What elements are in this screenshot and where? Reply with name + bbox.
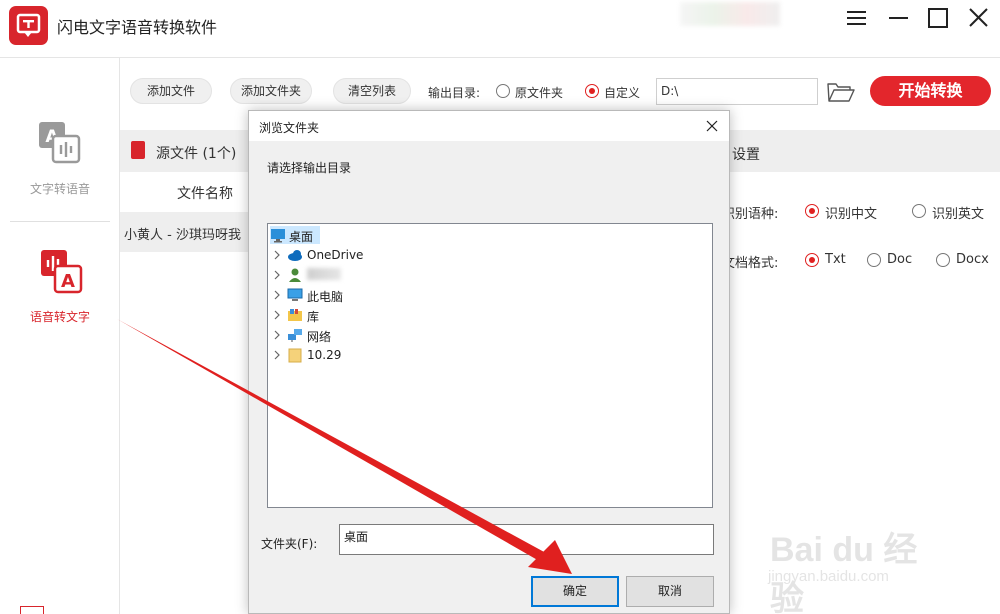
ok-button[interactable]: 确定 bbox=[531, 576, 619, 607]
add-folder-button[interactable]: 添加文件夹 bbox=[230, 78, 312, 104]
user-icon bbox=[287, 267, 303, 283]
dialog-title: 浏览文件夹 bbox=[259, 121, 320, 135]
custom-folder-radio[interactable] bbox=[585, 84, 599, 98]
sidebar-divider bbox=[10, 221, 110, 222]
table-row[interactable]: 小黄人 - 沙琪玛呀我 bbox=[120, 212, 250, 252]
tree-item-library[interactable]: 库 bbox=[272, 306, 392, 324]
menu-icon[interactable] bbox=[844, 6, 870, 32]
dialog-title-bar: 浏览文件夹 bbox=[249, 111, 729, 141]
source-file-icon bbox=[131, 141, 145, 159]
tree-item-onedrive[interactable]: OneDrive bbox=[272, 246, 392, 264]
tree-label: 网络 bbox=[307, 330, 332, 344]
sidebar-item-text-to-speech[interactable]: A 文字转语音 bbox=[0, 120, 120, 197]
app-window: 闪电文字语音转换软件 A 文字转语音 A 语音转文字 添加文件 添加文件夹 清空… bbox=[0, 0, 1000, 614]
format-doc-radio[interactable] bbox=[867, 253, 881, 267]
tree-label bbox=[307, 268, 341, 280]
blurred-area bbox=[680, 2, 780, 26]
tree-label: 此电脑 bbox=[307, 290, 344, 304]
title-bar: 闪电文字语音转换软件 bbox=[0, 0, 1000, 58]
tree-label: 10.29 bbox=[307, 348, 342, 362]
lang-english-radio[interactable] bbox=[912, 204, 926, 218]
language-label: 识别语种: bbox=[722, 207, 779, 222]
lang-english-label: 识别英文 bbox=[932, 207, 985, 222]
chevron-right-icon[interactable] bbox=[272, 329, 282, 341]
tree-item-network[interactable]: 网络 bbox=[272, 326, 392, 344]
chevron-right-icon[interactable] bbox=[272, 249, 282, 261]
format-doc-label: Doc bbox=[887, 252, 913, 267]
tree-label: 桌面 bbox=[289, 230, 314, 244]
maximize-icon[interactable] bbox=[926, 6, 952, 32]
format-docx-label: Docx bbox=[956, 252, 989, 267]
library-icon bbox=[287, 307, 303, 323]
folder-tree[interactable]: 桌面 OneDrive 此电脑 库 网络 10.29 bbox=[267, 223, 713, 508]
format-txt-label: Txt bbox=[825, 252, 846, 267]
tree-item-this-pc[interactable]: 此电脑 bbox=[272, 286, 392, 304]
chevron-right-icon[interactable] bbox=[272, 269, 282, 281]
text-to-speech-icon: A bbox=[39, 122, 81, 164]
dialog-close-icon[interactable] bbox=[703, 117, 721, 135]
sidebar: A 文字转语音 A 语音转文字 bbox=[0, 58, 120, 614]
format-docx-radio[interactable] bbox=[936, 253, 950, 267]
folder-icon bbox=[287, 347, 303, 363]
custom-folder-label: 自定义 bbox=[604, 86, 641, 100]
chevron-right-icon[interactable] bbox=[272, 349, 282, 361]
tree-label: OneDrive bbox=[307, 248, 364, 262]
column-file-name: 文件名称 bbox=[177, 186, 233, 202]
start-convert-button[interactable]: 开始转换 bbox=[870, 76, 991, 106]
lang-chinese-label: 识别中文 bbox=[825, 207, 878, 222]
settings-header: 设置 bbox=[732, 147, 760, 163]
browse-folder-icon[interactable] bbox=[826, 80, 856, 104]
folder-field[interactable]: 桌面 bbox=[339, 524, 714, 555]
cancel-button[interactable]: 取消 bbox=[626, 576, 714, 607]
sidebar-item-speech-to-text[interactable]: A 语音转文字 bbox=[0, 248, 120, 325]
output-dir-label: 输出目录: bbox=[428, 86, 481, 100]
output-path-input[interactable]: D:\ bbox=[656, 78, 818, 105]
sidebar-item-label: 语音转文字 bbox=[29, 310, 90, 324]
minimize-icon[interactable] bbox=[886, 6, 912, 32]
watermark-url: jingyan.baidu.com bbox=[768, 568, 889, 585]
desktop-icon bbox=[270, 227, 286, 243]
bottom-icon bbox=[20, 606, 44, 614]
tree-item-user[interactable] bbox=[272, 266, 392, 284]
original-folder-label: 原文件夹 bbox=[515, 86, 564, 100]
tree-label: 库 bbox=[307, 310, 320, 324]
clear-list-button[interactable]: 清空列表 bbox=[333, 78, 411, 104]
network-icon bbox=[287, 327, 303, 343]
cloud-icon bbox=[287, 247, 303, 263]
app-logo-icon bbox=[9, 6, 48, 45]
source-file-count: 源文件 (1个) bbox=[156, 146, 237, 162]
baidu-watermark: Bai du 经验 jingyan.baidu.com bbox=[760, 508, 950, 614]
app-title: 闪电文字语音转换软件 bbox=[57, 18, 218, 37]
sidebar-item-label: 文字转语音 bbox=[29, 182, 90, 196]
browse-folder-dialog: 浏览文件夹 请选择输出目录 桌面 OneDrive 此电脑 库 网络 10.29… bbox=[248, 110, 730, 614]
tree-item-folder-1029[interactable]: 10.29 bbox=[272, 346, 392, 364]
close-icon[interactable] bbox=[966, 6, 992, 32]
file-name: 小黄人 - 沙琪玛呀我 bbox=[124, 228, 241, 243]
lang-chinese-radio[interactable] bbox=[805, 204, 819, 218]
chevron-right-icon[interactable] bbox=[272, 289, 282, 301]
format-txt-radio[interactable] bbox=[805, 253, 819, 267]
original-folder-radio[interactable] bbox=[496, 84, 510, 98]
speech-to-text-icon: A bbox=[41, 250, 83, 294]
folder-field-label: 文件夹(F): bbox=[261, 537, 318, 551]
svg-text:A: A bbox=[61, 271, 75, 292]
format-label: 文档格式: bbox=[722, 256, 779, 271]
chevron-right-icon[interactable] bbox=[272, 309, 282, 321]
tree-item-desktop[interactable]: 桌面 bbox=[270, 226, 320, 244]
dialog-prompt: 请选择输出目录 bbox=[267, 161, 352, 175]
add-file-button[interactable]: 添加文件 bbox=[130, 78, 212, 104]
computer-icon bbox=[287, 287, 303, 303]
